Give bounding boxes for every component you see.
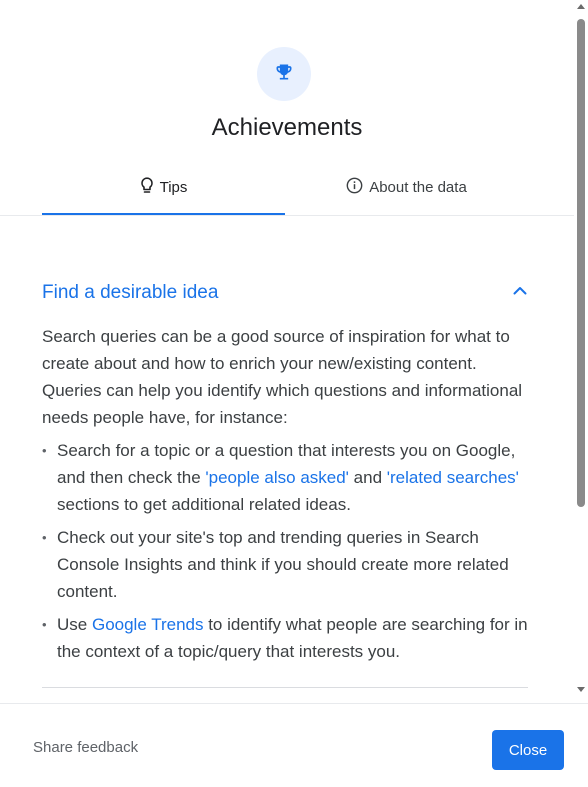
bullet-text: and — [348, 468, 387, 487]
close-button[interactable]: Close — [492, 730, 564, 770]
tips-list: Search for a topic or a question that in… — [42, 437, 528, 665]
list-item: Search for a topic or a question that in… — [42, 437, 528, 518]
chevron-up-icon — [512, 283, 528, 304]
tab-about-label: About the data — [369, 179, 467, 196]
share-feedback-link[interactable]: Share feedback — [33, 739, 138, 756]
section-body: Search queries can be a good source of i… — [42, 323, 528, 671]
scrollbar[interactable] — [574, 0, 588, 703]
scroll-down-arrow-icon[interactable] — [577, 687, 585, 692]
people-also-asked-link[interactable]: 'people also asked' — [205, 468, 349, 487]
trophy-icon — [274, 62, 294, 87]
tab-tips-label: Tips — [159, 179, 188, 196]
dialog-title: Achievements — [211, 114, 363, 141]
section-intro: Search queries can be a good source of i… — [42, 327, 523, 427]
section-divider — [42, 687, 528, 688]
tab-about-the-data[interactable]: About the data — [285, 160, 528, 215]
dialog-footer: Share feedback Close — [0, 703, 588, 787]
info-icon — [346, 177, 363, 198]
scroll-up-arrow-icon[interactable] — [577, 4, 585, 9]
section-title: Find a desirable idea — [42, 282, 219, 303]
list-item: Use Google Trends to identify what peopl… — [42, 611, 528, 665]
achievements-dialog: Achievements Tips About the data Find a … — [0, 0, 588, 787]
list-item: Check out your site's top and trending q… — [42, 524, 528, 605]
tabs-divider — [0, 215, 574, 216]
tab-tips[interactable]: Tips — [42, 160, 285, 215]
google-trends-link[interactable]: Google Trends — [92, 615, 204, 634]
bullet-text: sections to get additional related ideas… — [57, 495, 351, 514]
section-toggle[interactable]: Find a desirable idea — [42, 278, 528, 308]
lightbulb-icon — [140, 176, 154, 199]
bullet-text: Use — [57, 615, 92, 634]
related-searches-link[interactable]: 'related searches' — [387, 468, 519, 487]
tab-bar: Tips About the data — [42, 160, 528, 215]
dialog-content: Achievements Tips About the data Find a … — [0, 0, 574, 703]
bullet-text: Check out your site's top and trending q… — [57, 528, 509, 601]
scroll-thumb[interactable] — [577, 19, 585, 507]
trophy-badge — [257, 47, 311, 101]
